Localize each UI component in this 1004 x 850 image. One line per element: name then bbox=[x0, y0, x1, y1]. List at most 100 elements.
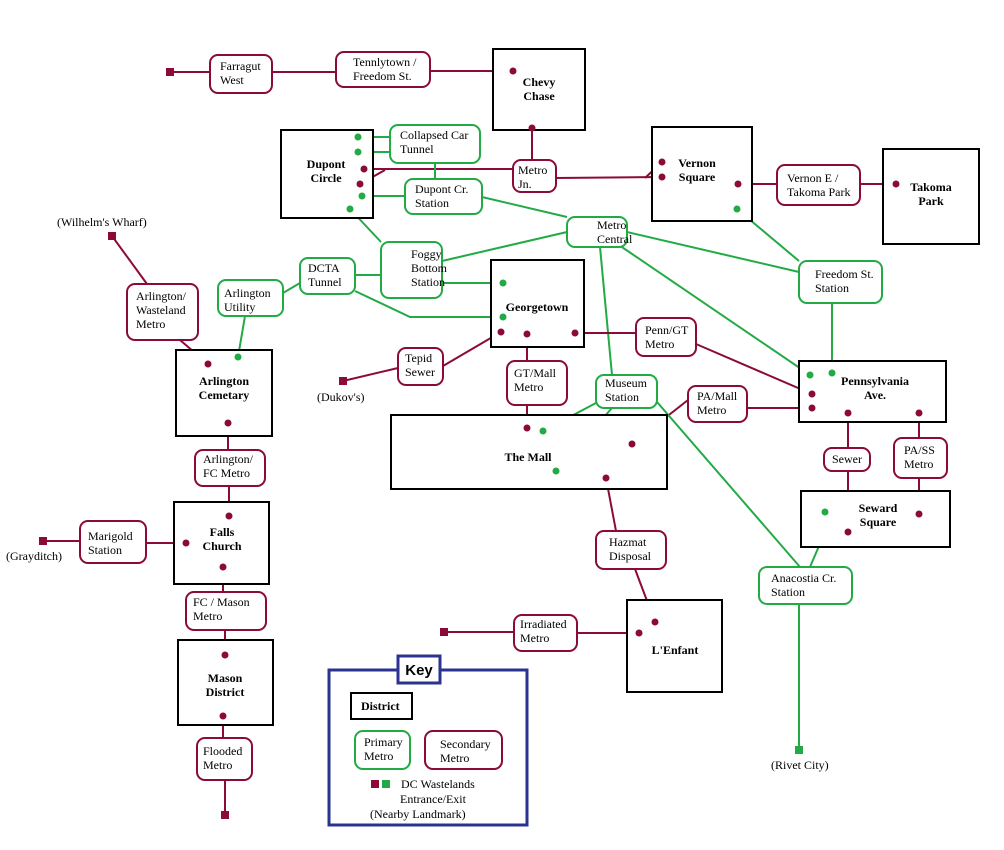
connection-port bbox=[892, 180, 900, 188]
primary-metro-dcta-tunnel[interactable]: DCTATunnel bbox=[299, 257, 356, 295]
label-line: Station bbox=[411, 275, 445, 289]
primary-metro-anacostia-cr-station[interactable]: Anacostia Cr.Station bbox=[758, 566, 853, 605]
wilhelms-wharf-exit-marker bbox=[108, 232, 116, 240]
connection-port bbox=[219, 563, 227, 571]
label-line: Station bbox=[815, 281, 849, 295]
label-line: Jn. bbox=[518, 177, 532, 191]
dukovs-exit-marker bbox=[339, 377, 347, 385]
primary-connection bbox=[599, 246, 613, 376]
primary-connection bbox=[626, 231, 800, 273]
label-line: Metro bbox=[904, 457, 933, 471]
primary-metro-freedom-st-station[interactable]: Freedom St.Station bbox=[798, 260, 883, 304]
secondary-metro-pa-ss-metro[interactable]: PA/SSMetro bbox=[893, 437, 948, 479]
primary-metro-dupont-cr-station[interactable]: Dupont Cr.Station bbox=[404, 178, 483, 215]
landmark-wilhelms-wharf: (Wilhelm's Wharf) bbox=[57, 215, 147, 229]
label-line: Farragut bbox=[220, 59, 261, 73]
secondary-metro-pa-mall-metro[interactable]: PA/MallMetro bbox=[687, 385, 748, 423]
legend-exit-label: (Nearby Landmark) bbox=[370, 807, 466, 821]
primary-metro-museum-station[interactable]: MuseumStation bbox=[595, 374, 658, 409]
label-line: Metro bbox=[520, 631, 549, 645]
secondary-metro-flooded-metro[interactable]: FloodedMetro bbox=[196, 737, 253, 781]
connection-port bbox=[651, 618, 659, 626]
label-line: Metro bbox=[697, 403, 726, 417]
label-line: L'Enfant bbox=[652, 643, 699, 657]
secondary-metro-hazmat-disposal[interactable]: HazmatDisposal bbox=[595, 530, 667, 570]
connection-port bbox=[658, 158, 666, 166]
secondary-metro-fc-mason-metro[interactable]: FC / MasonMetro bbox=[185, 591, 267, 631]
connection-port bbox=[635, 629, 643, 637]
label-line: Anacostia Cr. bbox=[771, 571, 836, 585]
label-line: Takoma Park bbox=[787, 185, 850, 199]
primary-metro-collapsed-car-tunnel[interactable]: Collapsed CarTunnel bbox=[389, 124, 481, 164]
primary-connection bbox=[656, 401, 801, 568]
secondary-metro-sewer[interactable]: Sewer bbox=[823, 447, 871, 472]
primary-metro-foggy-bottom-station[interactable]: FoggyBottomStation bbox=[380, 241, 448, 299]
secondary-metro-arlington-wasteland-metro[interactable]: Arlington/WastelandMetro bbox=[126, 283, 199, 341]
label-line: Chevy bbox=[523, 75, 556, 89]
label-line: Metro bbox=[364, 749, 393, 763]
label-line: Utility bbox=[224, 300, 255, 314]
primary-metro-arlington-utility[interactable]: ArlingtonUtility bbox=[217, 279, 284, 317]
legend-district-label: District bbox=[361, 699, 400, 713]
connection-port bbox=[221, 651, 229, 659]
connection-port bbox=[356, 180, 364, 188]
label-line: Vernon bbox=[678, 156, 716, 170]
connection-port bbox=[528, 124, 536, 132]
connection-port bbox=[915, 409, 923, 417]
label-line: Metro bbox=[440, 751, 469, 765]
primary-connection bbox=[282, 282, 301, 294]
secondary-metro-irradiated-metro[interactable]: IrradiatedMetro bbox=[513, 614, 578, 652]
connection-port bbox=[915, 510, 923, 518]
label-line: Central bbox=[597, 232, 633, 246]
secondary-metro-farragut-west[interactable]: FarragutWest bbox=[209, 54, 273, 94]
connection-port bbox=[354, 133, 362, 141]
label-line: Tennlytown / bbox=[353, 55, 417, 69]
rivet-city-exit-marker bbox=[795, 746, 803, 754]
connection-port bbox=[808, 390, 816, 398]
label-line: Foggy bbox=[411, 247, 442, 261]
connection-port bbox=[204, 360, 212, 368]
landmark-grayditch: (Grayditch) bbox=[6, 549, 62, 563]
secondary-metro-penn-gt-metro[interactable]: Penn/GTMetro bbox=[635, 317, 697, 357]
label-line: Arlington/ bbox=[203, 452, 254, 466]
district-lenfant[interactable]: L'Enfant bbox=[626, 599, 723, 693]
district-georgetown[interactable]: Georgetown bbox=[490, 259, 585, 348]
primary-metro-metro-central[interactable]: MetroCentral bbox=[566, 216, 633, 248]
label-line: Station bbox=[415, 196, 449, 210]
district-takoma-park[interactable]: TakomaPark bbox=[882, 148, 980, 245]
farragut-exit-marker bbox=[166, 68, 174, 76]
flooded-exit-marker bbox=[221, 811, 229, 819]
label-line: Dupont Cr. bbox=[415, 182, 468, 196]
secondary-metro-marigold-station[interactable]: MarigoldStation bbox=[79, 520, 147, 564]
label-line: Dupont bbox=[307, 157, 346, 171]
secondary-metro-metro-jn[interactable]: MetroJn. bbox=[512, 159, 557, 193]
secondary-metro-arlington-fc-metro[interactable]: Arlington/FC Metro bbox=[194, 449, 266, 487]
irradiated-exit-marker bbox=[440, 628, 448, 636]
district-seward-square[interactable]: SewardSquare bbox=[800, 490, 951, 548]
secondary-metro-vernon-e-takoma-park[interactable]: Vernon E /Takoma Park bbox=[776, 164, 861, 206]
district-pennsylvania-ave[interactable]: PennsylvaniaAve. bbox=[798, 360, 947, 423]
label-line: Park bbox=[918, 194, 944, 208]
secondary-metro-tennlytown-freedom-st[interactable]: Tennlytown /Freedom St. bbox=[335, 51, 431, 88]
district-chevy-chase[interactable]: ChevyChase bbox=[492, 48, 586, 131]
secondary-metro-gt-mall-metro[interactable]: GT/MallMetro bbox=[506, 360, 568, 406]
label-line: Primary bbox=[364, 735, 403, 749]
grayditch-exit-marker bbox=[39, 537, 47, 545]
connection-port bbox=[523, 330, 531, 338]
label-line: Sewer bbox=[405, 365, 435, 379]
district-arlington-cemetary[interactable]: ArlingtonCemetary bbox=[175, 349, 273, 437]
label-line: Arlington bbox=[199, 374, 249, 388]
connection-port bbox=[821, 508, 829, 516]
label-line: Church bbox=[202, 539, 241, 553]
label-line: Museum bbox=[605, 376, 648, 390]
legend-exit-label: Entrance/Exit bbox=[400, 792, 467, 806]
label-line: West bbox=[220, 73, 244, 87]
district-dupont-circle[interactable]: DupontCircle bbox=[280, 129, 374, 219]
secondary-metro-tepid-sewer[interactable]: TepidSewer bbox=[397, 347, 444, 386]
dc-metro-map: ChevyChaseDupontCircleVernonSquareTakoma… bbox=[6, 48, 980, 827]
connection-port bbox=[552, 467, 560, 475]
label-line: Metro bbox=[514, 380, 543, 394]
label-line: Mason bbox=[208, 671, 243, 685]
connection-port bbox=[346, 205, 354, 213]
connection-port bbox=[828, 369, 836, 377]
